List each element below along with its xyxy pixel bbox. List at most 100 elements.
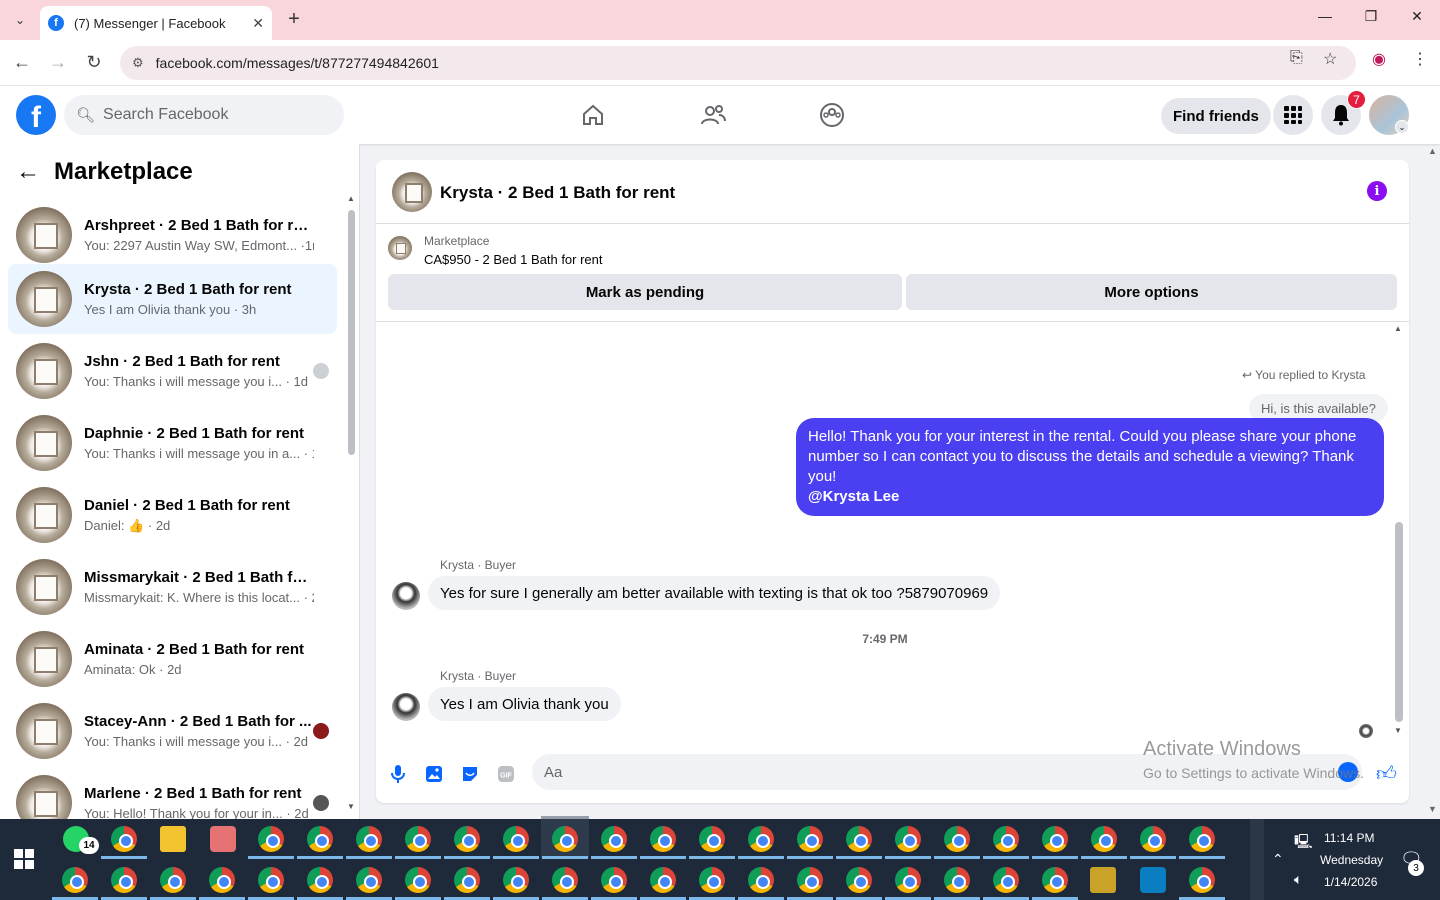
listing-thumbnail[interactable] (388, 236, 412, 260)
profile-icon[interactable]: ◉ (1372, 49, 1386, 69)
chrome-profile-icon[interactable] (454, 826, 480, 852)
chrome-profile-icon[interactable] (258, 826, 284, 852)
clock-date[interactable]: 1/14/2026 (1324, 875, 1377, 889)
close-window-button[interactable]: ✕ (1402, 8, 1432, 25)
windows-start-icon[interactable] (14, 849, 34, 869)
clock-day[interactable]: Wednesday (1320, 853, 1383, 867)
tab-search-chevron-icon[interactable]: ⌄ (8, 8, 32, 32)
chrome-profile-icon[interactable] (993, 867, 1019, 893)
mention[interactable]: @Krysta Lee (808, 487, 1372, 507)
chrome-profile-icon[interactable] (944, 867, 970, 893)
conversation-item[interactable]: Jshn · 2 Bed 1 Bath for rent You: Thanks … (8, 336, 337, 406)
chrome-profile-icon[interactable] (111, 826, 137, 852)
app-icon[interactable] (1090, 867, 1116, 893)
chrome-profile-icon[interactable] (552, 826, 578, 852)
chrome-profile-icon[interactable] (503, 867, 529, 893)
chrome-profile-icon[interactable] (454, 867, 480, 893)
chrome-profile-icon[interactable] (1042, 826, 1068, 852)
chrome-profile-icon[interactable] (258, 867, 284, 893)
conversation-item[interactable]: Arshpreet · 2 Bed 1 Bath for rent You: 22… (8, 200, 337, 270)
file-explorer-icon[interactable] (160, 826, 186, 852)
chrome-profile-icon[interactable] (160, 867, 186, 893)
new-tab-button[interactable]: + (282, 8, 306, 32)
chrome-profile-icon[interactable] (699, 867, 725, 893)
tab-close-icon[interactable]: ✕ (252, 15, 264, 32)
page-scroll-up-icon[interactable]: ▲ (1428, 146, 1437, 156)
scroll-up-icon[interactable]: ▲ (1394, 324, 1402, 333)
incoming-message[interactable]: Yes for sure I generally am better avail… (428, 576, 1001, 610)
conversation-item[interactable]: Marlene · 2 Bed 1 Bath for rent You: Hell… (8, 768, 337, 819)
microphone-icon[interactable] (388, 764, 408, 784)
chrome-profile-icon[interactable] (944, 826, 970, 852)
chat-scrollbar[interactable]: ▲ ▼ (1394, 324, 1404, 736)
chrome-profile-icon[interactable] (601, 826, 627, 852)
scroll-up-icon[interactable]: ▲ (347, 194, 355, 203)
search-input[interactable]: 🔍︎ Search Facebook (64, 95, 344, 135)
chevron-down-icon[interactable]: ⌄ (1395, 120, 1409, 134)
listing-avatar[interactable] (392, 172, 432, 212)
chrome-profile-icon[interactable] (601, 867, 627, 893)
chrome-profile-icon[interactable] (62, 867, 88, 893)
chrome-profile-icon[interactable] (993, 826, 1019, 852)
chrome-profile-icon[interactable] (846, 826, 872, 852)
listing-price-title[interactable]: CA$950 - 2 Bed 1 Bath for rent (424, 252, 603, 267)
conversation-item[interactable]: Daphnie · 2 Bed 1 Bath for rent You: Than… (8, 408, 337, 478)
chrome-profile-icon[interactable] (797, 826, 823, 852)
conversation-item[interactable]: Stacey-Ann · 2 Bed 1 Bath for ... You: Th… (8, 696, 337, 766)
tray-expand-icon[interactable]: ⌃ (1272, 851, 1284, 868)
network-icon[interactable]: 🖳 (1294, 831, 1313, 855)
clock-time[interactable]: 11:14 PM (1324, 831, 1374, 845)
url-field[interactable]: ⚙ facebook.com/messages/t/87727749484260… (120, 46, 1356, 80)
chrome-profile-icon[interactable] (1140, 826, 1166, 852)
back-arrow-icon[interactable]: ← (16, 158, 40, 186)
chrome-profile-icon[interactable] (307, 867, 333, 893)
app-icon[interactable] (1140, 867, 1166, 893)
chrome-profile-icon[interactable] (1189, 826, 1215, 852)
forward-icon[interactable]: → (46, 52, 70, 73)
home-icon[interactable] (573, 100, 613, 130)
chrome-profile-icon[interactable] (307, 826, 333, 852)
restore-button[interactable]: ❐ (1356, 8, 1386, 25)
chat-title[interactable]: Krysta · 2 Bed 1 Bath for rent (440, 183, 675, 203)
avatar[interactable] (392, 582, 420, 610)
minimize-button[interactable]: — (1310, 8, 1340, 24)
chrome-profile-icon[interactable] (552, 867, 578, 893)
chrome-profile-icon[interactable] (209, 867, 235, 893)
scrollbar-thumb[interactable] (348, 210, 355, 455)
conversation-item[interactable]: Daniel · 2 Bed 1 Bath for rent Daniel: 👍 … (8, 480, 337, 550)
chrome-profile-icon[interactable] (1189, 867, 1215, 893)
chrome-profile-icon[interactable] (356, 867, 382, 893)
volume-icon[interactable]: 🔈︎ (1294, 871, 1302, 888)
outgoing-message[interactable]: Hello! Thank you for your interest in th… (796, 418, 1384, 516)
paint-app-icon[interactable] (210, 826, 236, 852)
chrome-profile-icon[interactable] (748, 826, 774, 852)
conversation-item[interactable]: Aminata · 2 Bed 1 Bath for rent Aminata: … (8, 624, 337, 694)
scroll-down-icon[interactable]: ▼ (347, 802, 355, 811)
back-icon[interactable]: ← (10, 52, 34, 73)
chrome-profile-icon[interactable] (650, 867, 676, 893)
scroll-down-icon[interactable]: ▼ (1394, 726, 1402, 735)
reload-icon[interactable]: ↻ (82, 52, 106, 73)
page-scroll-down-icon[interactable]: ▼ (1428, 804, 1437, 814)
find-friends-button[interactable]: Find friends (1161, 98, 1271, 134)
chrome-profile-icon[interactable] (748, 867, 774, 893)
taskbar-scrollbar[interactable] (1250, 819, 1264, 900)
chrome-profile-icon[interactable] (1091, 826, 1117, 852)
conversation-list-scrollbar[interactable]: ▲ ▼ (347, 194, 355, 814)
chrome-profile-icon[interactable] (650, 826, 676, 852)
chrome-profile-icon[interactable] (895, 867, 921, 893)
facebook-logo[interactable]: f (16, 95, 56, 135)
chrome-profile-icon[interactable] (111, 867, 137, 893)
photo-icon[interactable] (424, 764, 444, 784)
menu-grid-icon[interactable] (1273, 95, 1313, 135)
gif-icon[interactable]: GIF (496, 764, 516, 784)
chrome-profile-icon[interactable] (699, 826, 725, 852)
bookmark-star-icon[interactable]: ☆ (1323, 49, 1337, 69)
more-options-button[interactable]: More options (906, 274, 1397, 310)
thumbs-up-icon[interactable]: 👍︎ (1376, 762, 1397, 786)
avatar[interactable] (392, 693, 420, 721)
info-icon[interactable]: i (1367, 181, 1387, 201)
install-app-icon[interactable]: ⎘ (1290, 49, 1303, 67)
chrome-profile-icon[interactable] (895, 826, 921, 852)
groups-icon[interactable] (812, 100, 852, 130)
